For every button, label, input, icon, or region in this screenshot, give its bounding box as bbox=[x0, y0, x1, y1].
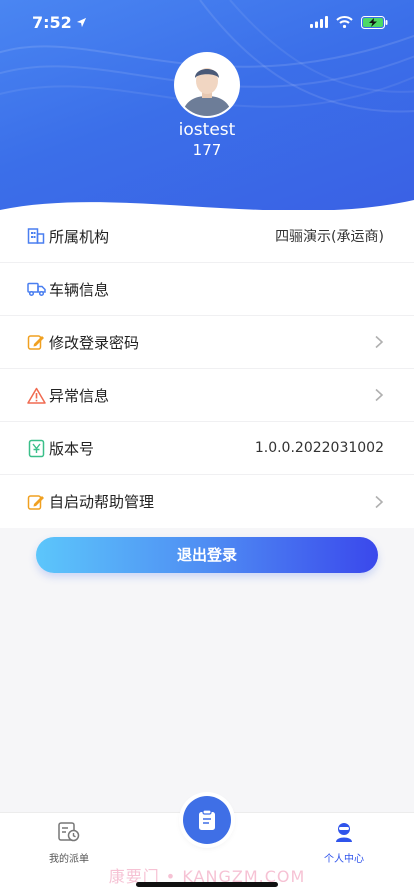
chevron-right-icon bbox=[375, 495, 384, 508]
home-indicator bbox=[136, 882, 278, 887]
menu-item-autostart-help[interactable]: 自启动帮助管理 bbox=[0, 475, 414, 528]
menu-label-exception-info: 异常信息 bbox=[49, 386, 110, 405]
location-arrow-icon bbox=[76, 17, 86, 27]
menu-label-version: 版本号 bbox=[49, 439, 95, 458]
profile-screen: 7:52 iostest 177 所属机构 四骊演示(承运商) 车辆信息 修改登… bbox=[0, 0, 414, 896]
menu-label-autostart-help: 自启动帮助管理 bbox=[49, 493, 155, 511]
menu-value-organization: 四骊演示(承运商) bbox=[275, 229, 384, 245]
building-icon bbox=[26, 226, 46, 246]
user-avatar-icon bbox=[176, 54, 238, 116]
profile-header: 7:52 iostest 177 bbox=[0, 0, 414, 225]
edit-icon bbox=[26, 492, 46, 512]
clipboard-icon bbox=[199, 809, 215, 830]
menu-item-exception-info[interactable]: 异常信息 bbox=[0, 369, 414, 422]
menu-value-version: 1.0.0.2022031002 bbox=[254, 440, 384, 456]
menu-label-change-password: 修改登录密码 bbox=[49, 333, 140, 352]
menu-label-vehicle-info: 车辆信息 bbox=[49, 280, 110, 299]
version-icon bbox=[26, 438, 46, 458]
menu-item-change-password[interactable]: 修改登录密码 bbox=[0, 316, 414, 369]
tab-my-dispatch[interactable]: 我的派单 bbox=[29, 821, 109, 865]
battery-charging-icon bbox=[361, 15, 388, 29]
menu-item-version[interactable]: 版本号 1.0.0.2022031002 bbox=[0, 422, 414, 475]
logout-button[interactable]: 退出登录 bbox=[36, 537, 378, 573]
user-profile-icon bbox=[336, 823, 352, 842]
menu-item-vehicle-info[interactable]: 车辆信息 bbox=[0, 263, 414, 316]
status-bar: 7:52 bbox=[0, 0, 414, 44]
truck-icon bbox=[26, 279, 46, 299]
warning-icon bbox=[26, 385, 46, 405]
wifi-icon bbox=[336, 16, 353, 28]
status-time: 7:52 bbox=[32, 13, 87, 32]
cellular-signal-icon bbox=[310, 16, 328, 28]
menu-label-organization: 所属机构 bbox=[49, 227, 110, 246]
username: iostest bbox=[178, 120, 236, 140]
avatar[interactable] bbox=[174, 52, 240, 118]
status-time-text: 7:52 bbox=[32, 12, 72, 32]
dispatch-list-icon bbox=[58, 822, 80, 842]
chevron-right-icon bbox=[375, 388, 384, 402]
chevron-right-icon bbox=[375, 335, 384, 349]
tab-personal-center[interactable]: 个人中心 bbox=[304, 821, 384, 865]
profile-menu-list: 所属机构 四骊演示(承运商) 车辆信息 修改登录密码 异常信息 版本号 1.0.… bbox=[0, 210, 414, 528]
user-id: 177 bbox=[192, 141, 222, 159]
edit-icon bbox=[26, 332, 46, 352]
menu-item-organization[interactable]: 所属机构 四骊演示(承运商) bbox=[0, 210, 414, 263]
center-action-button[interactable] bbox=[183, 796, 231, 844]
